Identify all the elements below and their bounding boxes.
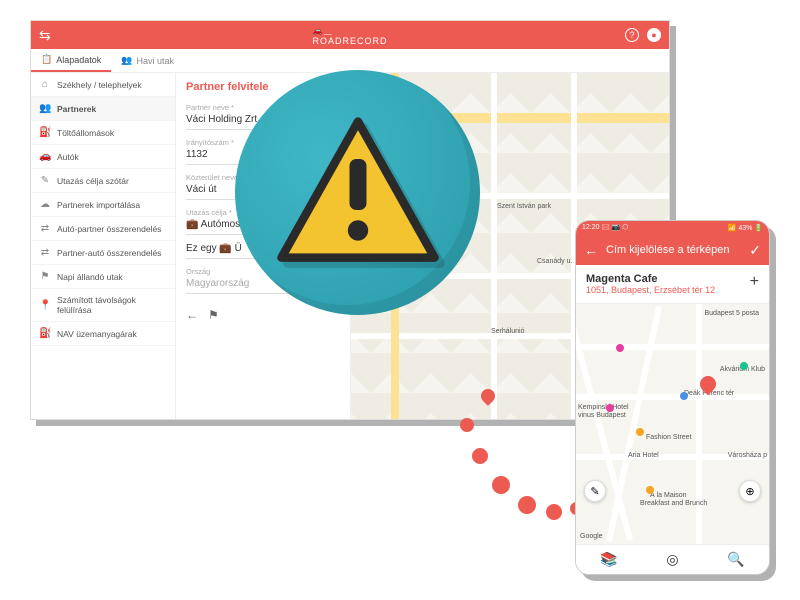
home-icon: ⌂ xyxy=(39,79,51,90)
phone-statusbar: 12:20 🖂 📷 ⬡ 📶 43% 🔋 xyxy=(576,221,769,235)
add-place-icon[interactable]: + xyxy=(750,273,759,291)
map-label: Budapest 5 posta xyxy=(705,310,760,317)
search-icon[interactable]: 🔍 xyxy=(727,551,744,568)
pencil-icon: ✎ xyxy=(39,175,51,186)
place-card: + Magenta Cafe 1051, Budapest, Erzsébet … xyxy=(576,265,769,304)
phone-title: Cím kijelölése a térképen xyxy=(606,244,730,256)
poi-dot xyxy=(740,362,748,370)
link-icon: ⇄ xyxy=(39,247,51,258)
poi-dot xyxy=(646,486,654,494)
users-icon: 👥 xyxy=(39,103,51,114)
brand-logo: 🚗⎽ ROADRECORD xyxy=(312,25,387,46)
back-arrow-icon[interactable]: ← xyxy=(584,242,598,258)
car-icon: 🚗 xyxy=(39,151,51,162)
sidebar-item-dict[interactable]: ✎Utazás célja szótár xyxy=(31,169,175,193)
place-title: Magenta Cafe xyxy=(586,273,759,285)
poi-dot xyxy=(606,404,614,412)
sidebar-item-stations[interactable]: ⛽Töltőállomások xyxy=(31,121,175,145)
layers-icon[interactable]: 📚 xyxy=(600,551,617,568)
account-icon[interactable]: ● xyxy=(647,28,661,42)
place-address: 1051, Budapest, Erzsébet tér 12 xyxy=(586,285,759,295)
fuel-icon: ⛽ xyxy=(39,127,51,138)
fab-locate[interactable]: ⊕ xyxy=(739,480,761,502)
sidebar-item-import[interactable]: ☁Partnerek importálása xyxy=(31,193,175,217)
flag-icon[interactable]: ⚑ xyxy=(208,308,219,322)
route-icon: 👥 xyxy=(121,55,132,66)
map-label: Serhálunió xyxy=(491,328,524,335)
tab-basedata[interactable]: 📋 Alapadatok xyxy=(31,49,111,72)
phone-map[interactable]: Budapest 5 posta Deák Ferenc tér Fashion… xyxy=(576,304,769,544)
tab-monthly[interactable]: 👥 Havi utak xyxy=(111,49,184,72)
sidebar-item-distance[interactable]: 📍Számított távolságok felülírása xyxy=(31,289,175,322)
sidebar-item-nav[interactable]: ⛽NAV üzemanyagárak xyxy=(31,322,175,346)
map-label: Szent István park xyxy=(497,203,551,210)
back-arrow-icon[interactable]: ← xyxy=(186,308,198,322)
map-label: vinus Budapest xyxy=(578,412,626,419)
map-label: Csanády u. xyxy=(537,258,572,265)
warning-triangle-icon xyxy=(273,108,443,278)
cloud-icon: ☁ xyxy=(39,199,51,210)
poi-dot xyxy=(636,428,644,436)
confirm-check-icon[interactable]: ✓ xyxy=(749,242,761,259)
sidebar-item-carpartner[interactable]: ⇄Autó-partner összerendelés xyxy=(31,217,175,241)
app-header: ⇆ 🚗⎽ ROADRECORD ? ● xyxy=(31,21,669,49)
map-label: Városháza p xyxy=(728,452,767,459)
phone-header: ← Cím kijelölése a térképen ✓ xyxy=(576,235,769,265)
sidebar-item-partners[interactable]: 👥Partnerek xyxy=(31,97,175,121)
poi-dot xyxy=(616,344,624,352)
menu-toggle-icon[interactable]: ⇆ xyxy=(39,27,51,44)
pin-icon: 📍 xyxy=(39,300,51,311)
phone-bottom-nav: 📚 ◎ 🔍 xyxy=(576,544,769,574)
poi-dot xyxy=(680,392,688,400)
warning-badge xyxy=(235,70,480,315)
sidebar-item-cars[interactable]: 🚗Autók xyxy=(31,145,175,169)
map-label: À la Maison xyxy=(650,492,687,499)
sidebar-item-daily[interactable]: ⚑Napi állandó utak xyxy=(31,265,175,289)
phone-device: 12:20 🖂 📷 ⬡ 📶 43% 🔋 ← Cím kijelölése a t… xyxy=(575,220,770,575)
map-label: Kempinski Hotel xyxy=(578,404,629,411)
map-label: Fashion Street xyxy=(646,434,692,441)
sidebar-item-hq[interactable]: ⌂Székhely / telephelyek xyxy=(31,73,175,97)
fuel-icon: ⛽ xyxy=(39,328,51,339)
flag-icon: ⚑ xyxy=(39,271,51,282)
clipboard-icon: 📋 xyxy=(41,54,52,65)
fab-edit[interactable]: ✎ xyxy=(584,480,606,502)
map-label: Aria Hotel xyxy=(628,452,659,459)
sidebar: ⌂Székhely / telephelyek 👥Partnerek ⛽Tölt… xyxy=(31,73,176,419)
google-attrib: Google xyxy=(580,533,603,540)
help-icon[interactable]: ? xyxy=(625,28,639,42)
target-icon[interactable]: ◎ xyxy=(666,551,678,568)
link-icon: ⇄ xyxy=(39,223,51,234)
map-label: Breakfast and Brunch xyxy=(640,500,707,507)
sidebar-item-partnercar[interactable]: ⇄Partner-autó összerendelés xyxy=(31,241,175,265)
